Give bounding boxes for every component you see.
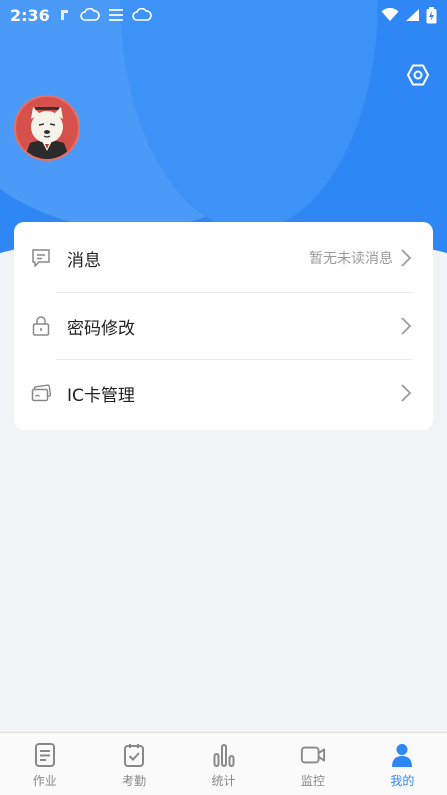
chevron-right-icon <box>401 317 412 335</box>
system-status-icons <box>381 6 437 24</box>
card-icon <box>30 382 52 404</box>
menu-item-label: 消息 <box>67 250 101 271</box>
cloud-icon <box>80 8 100 21</box>
avatar-image <box>24 107 70 159</box>
notification-icons <box>58 8 152 22</box>
tab-label: 考勤 <box>122 774 147 788</box>
app-notification-icon <box>60 10 68 20</box>
status-time: 2:36 <box>10 5 50 25</box>
wifi-icon <box>381 8 399 21</box>
status-bar: 2:36 <box>0 0 447 30</box>
unread-status-text: 暂无未读消息 <box>309 251 393 267</box>
chevron-right-icon <box>401 384 412 402</box>
settings-button[interactable] <box>405 62 431 88</box>
menu-item-label: IC卡管理 <box>67 385 135 406</box>
tab-label: 我的 <box>390 774 415 788</box>
menu-card: 消息 暂无未读消息 密码修改 IC卡管理 <box>14 222 433 430</box>
battery-charging-icon <box>426 6 437 23</box>
cloud-sun-icon <box>132 8 152 21</box>
tab-homework[interactable]: 作业 <box>0 733 89 795</box>
lock-icon <box>30 315 52 337</box>
grid-notification-icon <box>108 9 123 21</box>
tab-label: 作业 <box>32 774 57 788</box>
user-icon <box>389 741 415 769</box>
menu-item-change-password[interactable]: 密码修改 <box>14 293 433 359</box>
tab-mine[interactable]: 我的 <box>358 733 447 795</box>
tab-label: 统计 <box>211 774 236 788</box>
chevron-right-icon <box>401 249 412 267</box>
tab-attendance[interactable]: 考勤 <box>89 733 178 795</box>
video-icon <box>300 741 326 769</box>
tab-monitoring[interactable]: 监控 <box>268 733 357 795</box>
tab-label: 监控 <box>300 774 325 788</box>
settings-hex-icon <box>407 64 429 86</box>
menu-item-label: 密码修改 <box>67 318 135 339</box>
signal-icon <box>406 9 419 21</box>
menu-item-messages[interactable]: 消息 暂无未读消息 <box>14 225 433 291</box>
attendance-icon <box>121 741 147 769</box>
bottom-tab-bar: 作业 考勤 统计 监控 我的 <box>0 732 447 795</box>
tab-statistics[interactable]: 统计 <box>179 733 268 795</box>
message-icon <box>30 247 52 269</box>
menu-item-ic-card[interactable]: IC卡管理 <box>14 360 433 426</box>
chart-icon <box>211 741 237 769</box>
document-icon <box>32 741 58 769</box>
avatar[interactable] <box>14 95 80 161</box>
